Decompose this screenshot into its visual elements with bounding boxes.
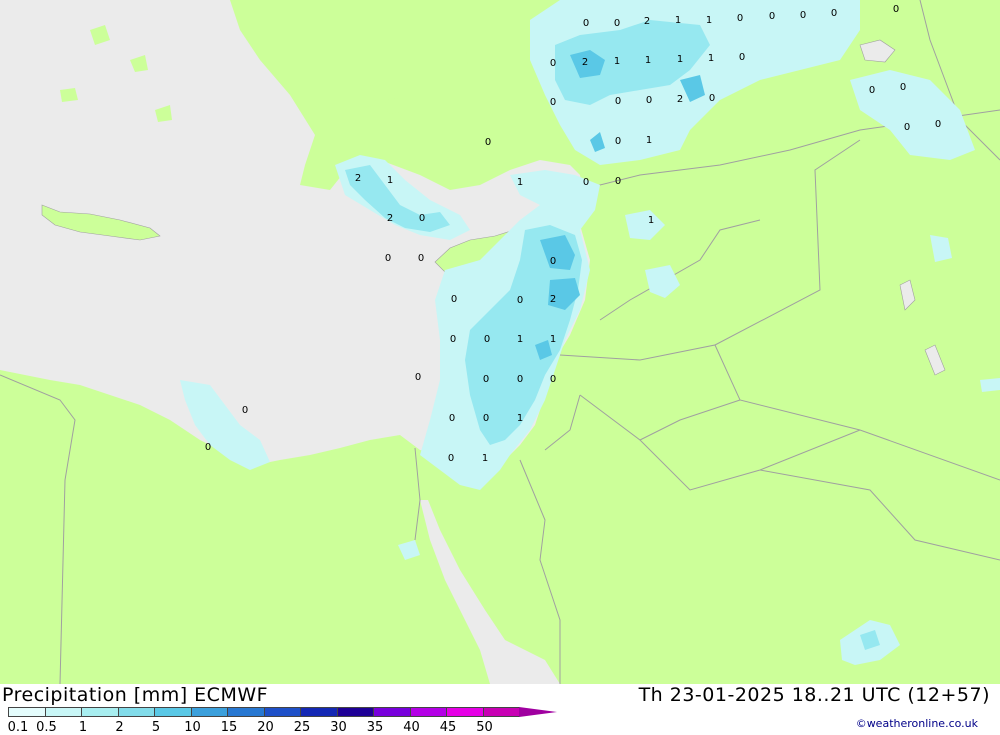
value-label: 1 [675,15,681,26]
value-label: 1 [708,53,714,64]
value-label: 1 [387,175,393,186]
value-label: 0 [449,413,455,424]
map-title: Precipitation [mm] ECMWF [2,684,269,706]
value-label: 2 [550,294,556,305]
value-label: 0 [904,122,910,133]
value-label: 2 [582,57,588,68]
legend-swatch [336,707,374,717]
value-label: 1 [482,453,488,464]
value-label: 0 [550,58,556,69]
credit-link[interactable]: ©weatheronline.co.uk [856,717,978,730]
value-label: 0 [415,372,421,383]
value-label: 1 [646,135,652,146]
legend-swatch [373,707,411,717]
value-label: 0 [800,10,806,21]
value-label: 0 [646,95,652,106]
legend-swatch [409,707,447,717]
aegean-sea [0,0,230,160]
value-label: 0 [935,119,941,130]
value-label: 0 [893,4,899,15]
legend-swatch [300,707,338,717]
legend-swatch [44,707,82,717]
value-label: 0 [614,18,620,29]
value-label: 0 [485,137,491,148]
value-label: 0 [583,18,589,29]
value-label: 0 [869,85,875,96]
value-label: 0 [418,253,424,264]
value-label: 0 [550,374,556,385]
value-label: 0 [615,136,621,147]
value-label: 0 [242,405,248,416]
legend-swatch [446,707,484,717]
value-label: 0 [451,294,457,305]
value-label: 2 [677,94,683,105]
value-label: 2 [355,173,361,184]
value-label: 1 [645,55,651,66]
value-label: 0 [483,374,489,385]
aegean-island [60,88,78,102]
legend-swatch [263,707,301,717]
value-label: 0 [831,8,837,19]
value-label: 0 [550,97,556,108]
value-label: 0 [484,334,490,345]
value-label: 1 [614,56,620,67]
value-label: 0 [739,52,745,63]
value-label: 0 [450,334,456,345]
legend-swatch [81,707,119,717]
value-label: 1 [706,15,712,26]
value-label: 0 [583,177,589,188]
legend-swatch [154,707,192,717]
value-label: 1 [648,215,654,226]
legend-swatch [482,707,520,717]
value-label: 1 [677,54,683,65]
legend-swatch [8,707,46,717]
value-label: 0 [550,256,556,267]
value-label: 2 [644,16,650,27]
value-label: 0 [709,93,715,104]
legend-swatch [519,707,557,717]
value-label: 0 [205,442,211,453]
value-label: 1 [517,413,523,424]
precipitation-map: 0 0 2 1 1 0 0 0 0 0 0 2 1 1 1 1 0 0 0 0 … [0,0,1000,684]
value-label: 0 [517,374,523,385]
value-label: 1 [517,334,523,345]
value-label: 0 [385,253,391,264]
value-label: 1 [550,334,556,345]
value-label: 2 [387,213,393,224]
value-label: 1 [517,177,523,188]
value-label: 0 [483,413,489,424]
value-label: 0 [737,13,743,24]
value-label: 0 [900,82,906,93]
value-label: 0 [419,213,425,224]
forecast-datetime: Th 23-01-2025 18..21 UTC (12+57) [638,684,990,706]
footer: Precipitation [mm] ECMWF Th 23-01-2025 1… [0,684,1000,735]
value-label: 0 [517,295,523,306]
value-label: 0 [615,96,621,107]
legend-swatch [227,707,265,717]
value-label: 0 [615,176,621,187]
legend-swatch [190,707,228,717]
value-label: 0 [448,453,454,464]
legend-swatch [117,707,155,717]
value-label: 0 [769,11,775,22]
